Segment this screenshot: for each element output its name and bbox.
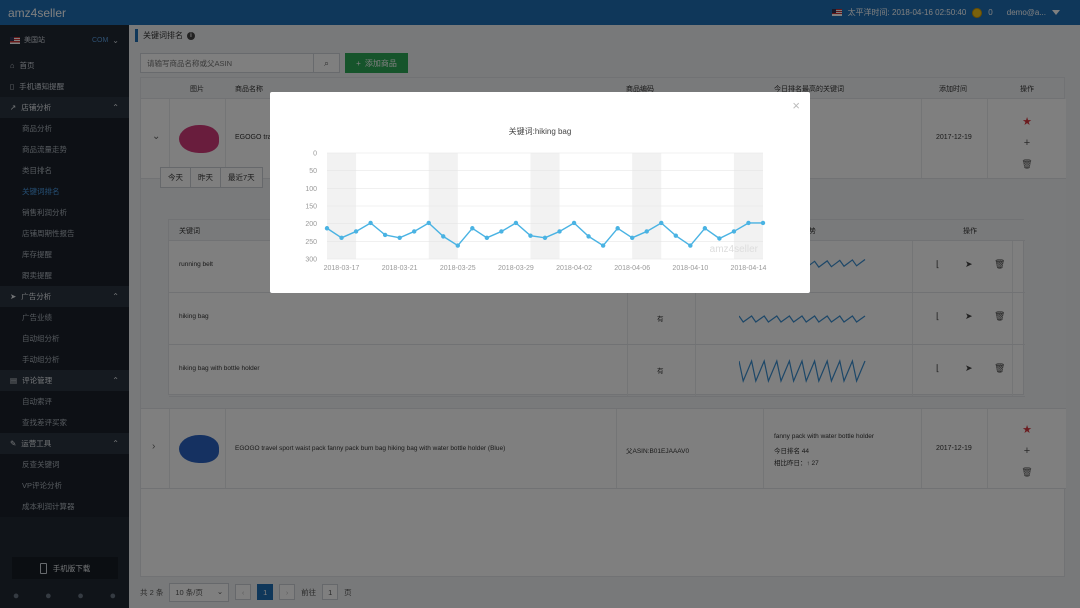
data-point xyxy=(382,232,388,238)
data-point xyxy=(470,226,475,231)
x-tick-label: 2018-03-29 xyxy=(498,265,534,272)
data-point xyxy=(455,243,460,248)
data-point xyxy=(644,229,649,234)
data-point xyxy=(441,234,446,239)
data-point xyxy=(600,243,606,248)
data-point xyxy=(688,243,693,248)
x-tick-label: 2018-03-21 xyxy=(382,265,418,272)
x-tick-label: 2018-04-06 xyxy=(614,265,650,272)
data-point xyxy=(397,235,402,240)
y-tick-label: 50 xyxy=(309,168,317,175)
rank-line-chart: 0 50 100 150 200 250 300 2018-03-17 2018-03-21 20… xyxy=(305,151,767,273)
data-point xyxy=(557,229,562,234)
y-tick-label: 100 xyxy=(305,186,317,193)
data-point xyxy=(324,226,330,231)
data-point xyxy=(368,220,373,226)
data-point xyxy=(630,235,635,240)
data-point xyxy=(499,229,504,234)
x-tick-label: 2018-04-02 xyxy=(556,265,592,272)
x-tick-label: 2018-03-17 xyxy=(324,265,360,272)
data-point xyxy=(731,229,737,234)
data-point xyxy=(659,220,664,226)
data-point xyxy=(484,235,490,240)
y-tick-label: 200 xyxy=(305,221,317,228)
data-point xyxy=(353,229,359,234)
x-tick-label: 2018-04-14 xyxy=(731,265,767,272)
data-point xyxy=(339,235,344,240)
data-point xyxy=(412,229,417,234)
x-tick-label: 2018-03-25 xyxy=(440,265,476,272)
data-point xyxy=(528,233,533,238)
keyword-chart-modal: × 关键词:hiking bag 0 50 100 150 200 250 300 2018-… xyxy=(270,92,810,293)
data-point xyxy=(717,236,722,241)
data-point xyxy=(673,233,678,238)
y-tick-label: 0 xyxy=(313,151,317,158)
chart-watermark: amz4seller xyxy=(710,244,759,255)
data-point xyxy=(760,220,766,226)
data-point xyxy=(571,220,577,226)
y-tick-label: 250 xyxy=(305,239,317,246)
y-tick-label: 150 xyxy=(305,204,317,211)
y-tick-label: 300 xyxy=(305,257,317,264)
data-point xyxy=(586,234,591,239)
data-point xyxy=(426,220,431,226)
data-point xyxy=(542,235,548,240)
x-tick-label: 2018-04-10 xyxy=(672,265,708,272)
data-point xyxy=(615,226,620,231)
data-point xyxy=(746,220,751,226)
data-point xyxy=(702,226,708,231)
data-point xyxy=(513,220,519,226)
